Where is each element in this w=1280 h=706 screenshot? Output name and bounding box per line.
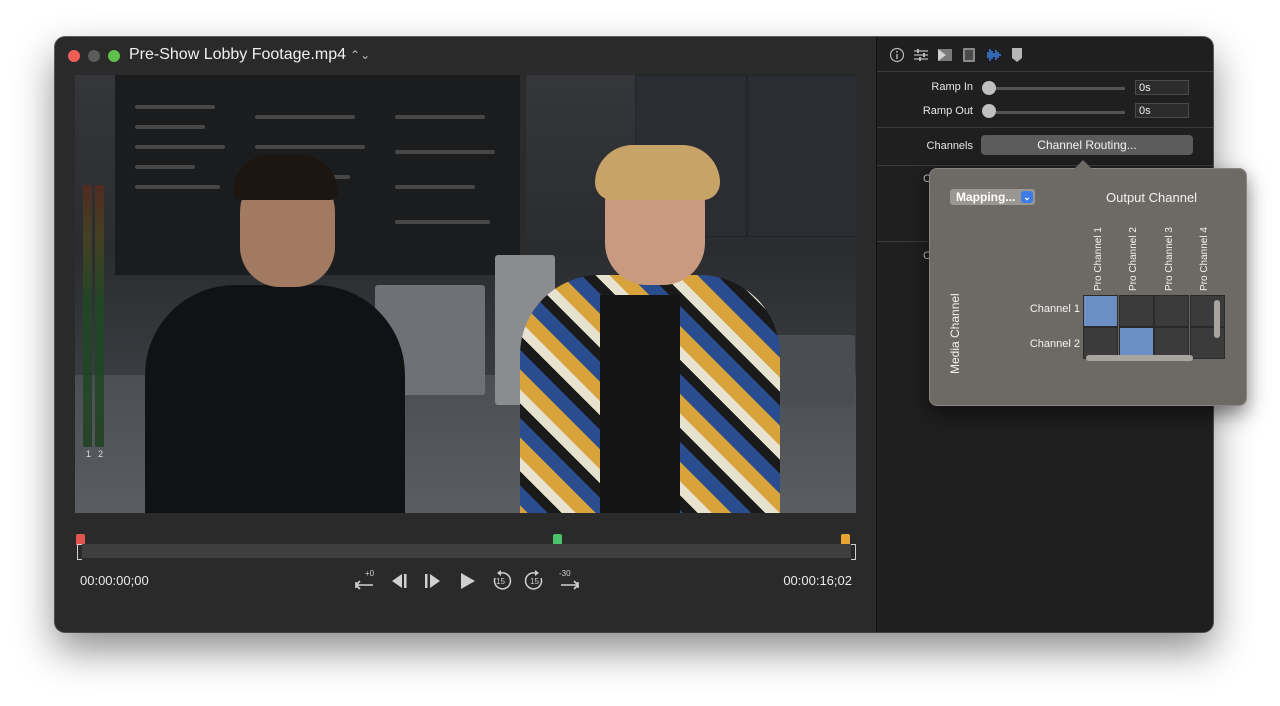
jump-to-start-button[interactable]: +0 <box>353 569 377 593</box>
player-pane: Pre-Show Lobby Footage.mp4 ⌃⌄ 1 2 00:00:… <box>55 37 876 632</box>
person-right-tshirt <box>600 295 680 513</box>
step-back-icon <box>392 574 407 588</box>
mapping-dropdown-label: Mapping... <box>956 190 1016 204</box>
horizontal-scrollbar[interactable] <box>1086 355 1193 361</box>
info-icon[interactable] <box>889 47 905 63</box>
ramp-in-slider-knob[interactable] <box>982 81 996 95</box>
sliders-icon[interactable] <box>913 47 929 63</box>
window-title-text: Pre-Show Lobby Footage.mp4 <box>129 46 347 63</box>
meter-bar-1 <box>83 185 92 447</box>
step-forward-icon <box>425 574 440 588</box>
channels-label: Channels <box>926 140 973 152</box>
timeline-scrubber[interactable] <box>77 544 854 558</box>
ramp-out-slider-knob[interactable] <box>982 104 996 118</box>
ramp-in-slider[interactable] <box>989 87 1125 90</box>
divider <box>877 71 1213 72</box>
marker-icon[interactable] <box>1009 47 1025 63</box>
output-channel-header: Pro Channel 2 <box>1125 217 1145 291</box>
previous-frame-button[interactable] <box>387 569 411 593</box>
minimize-window-button[interactable] <box>88 50 100 62</box>
title-chevron-icon[interactable]: ⌃⌄ <box>350 48 370 62</box>
jump-to-end-button[interactable]: -30 <box>557 569 581 593</box>
routing-cell[interactable] <box>1154 295 1189 327</box>
meter-label-2: 2 <box>98 449 104 459</box>
routing-matrix <box>1083 295 1225 359</box>
person-left-shirt <box>145 285 405 513</box>
ramp-in-label: Ramp In <box>931 81 973 93</box>
chevron-down-icon: ⌄ <box>1021 191 1033 203</box>
window-title[interactable]: Pre-Show Lobby Footage.mp4 ⌃⌄ <box>129 46 370 64</box>
skip-forward-label: 15 <box>530 577 539 586</box>
play-button[interactable] <box>455 569 479 593</box>
jump-back-label: +0 <box>365 569 375 578</box>
transport-controls: +0 15 15 -30 <box>353 567 581 595</box>
routing-cell[interactable] <box>1118 295 1154 327</box>
trim-end-handle[interactable] <box>851 544 856 560</box>
close-window-button[interactable] <box>68 50 80 62</box>
meter-label-1: 1 <box>86 449 92 459</box>
ramp-in-field[interactable]: 0s <box>1135 80 1189 95</box>
trim-start-handle[interactable] <box>77 544 82 560</box>
waveform-icon[interactable] <box>985 47 1001 63</box>
inspector-tabs <box>889 47 1025 63</box>
output-channel-header: Pro Channel 3 <box>1161 217 1181 291</box>
person-left-hair <box>233 155 338 200</box>
play-icon <box>461 573 475 589</box>
ramp-out-label: Ramp Out <box>922 105 973 117</box>
transition-icon[interactable] <box>937 47 953 63</box>
channel-routing-button[interactable]: Channel Routing... <box>981 135 1193 155</box>
output-channel-1: Pro Channel 1 <box>1093 227 1104 291</box>
output-channel-header: Pro Channel 1 <box>1090 217 1110 291</box>
ramp-out-field[interactable]: 0s <box>1135 103 1189 118</box>
media-channel-1: Channel 1 <box>1029 303 1080 315</box>
vertical-scrollbar[interactable] <box>1214 300 1220 338</box>
mapping-dropdown[interactable]: Mapping... ⌄ <box>950 189 1035 205</box>
start-timecode: 00:00:00;00 <box>80 573 149 588</box>
skip-back-label: 15 <box>496 577 505 586</box>
maximize-window-button[interactable] <box>108 50 120 62</box>
appliance <box>775 335 855 405</box>
output-channel-header: Pro Channel 4 <box>1196 217 1216 291</box>
audio-level-meter: 1 2 <box>81 185 107 459</box>
film-icon[interactable] <box>961 47 977 63</box>
meter-bar-2 <box>95 185 104 447</box>
end-timecode: 00:00:16;02 <box>783 573 852 588</box>
output-channel-title: Output Channel <box>1106 190 1198 205</box>
skip-forward-15-button[interactable]: 15 <box>523 569 547 593</box>
media-channel-title: Media Channel <box>948 293 962 374</box>
divider <box>877 165 1213 166</box>
video-frame[interactable]: 1 2 <box>75 75 856 513</box>
routing-cell[interactable] <box>1083 295 1118 327</box>
channel-routing-popover: Mapping... ⌄ Output Channel Pro Channel … <box>929 160 1247 406</box>
output-channel-3: Pro Channel 3 <box>1164 227 1175 291</box>
title-bar: Pre-Show Lobby Footage.mp4 ⌃⌄ <box>55 37 876 75</box>
output-channel-4: Pro Channel 4 <box>1199 227 1210 291</box>
jump-forward-label: -30 <box>559 569 571 578</box>
ramp-out-slider[interactable] <box>989 111 1125 114</box>
person-right-hair <box>595 145 720 200</box>
output-channel-2: Pro Channel 2 <box>1128 227 1139 291</box>
divider <box>877 127 1213 128</box>
media-channel-2: Channel 2 <box>1029 338 1080 350</box>
next-frame-button[interactable] <box>421 569 445 593</box>
skip-back-15-button[interactable]: 15 <box>489 569 513 593</box>
kitchen-cabinet <box>747 75 856 237</box>
